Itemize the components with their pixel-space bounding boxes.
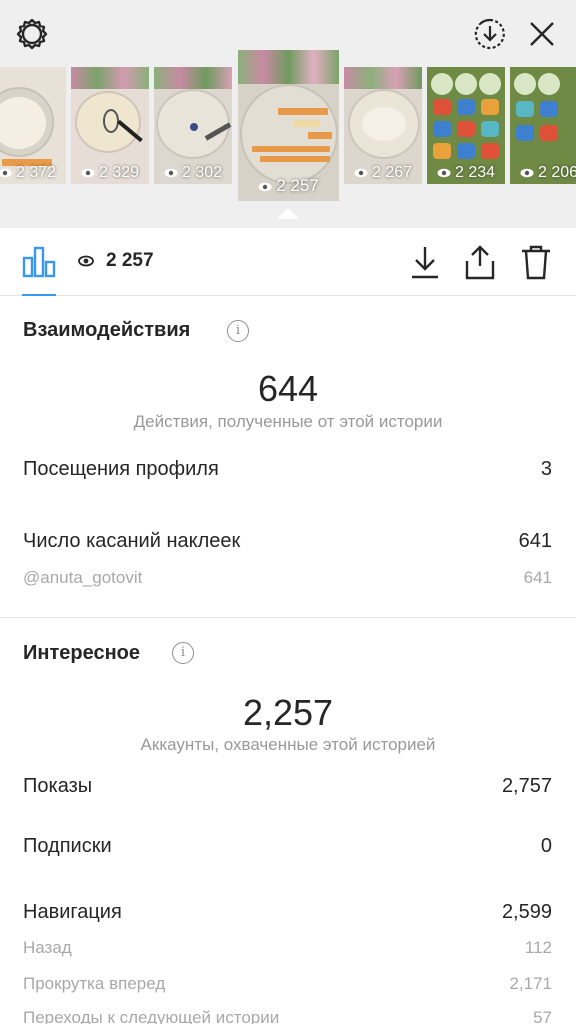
- profile-visits-label: Посещения профиля: [23, 458, 219, 480]
- eye-icon: [354, 168, 368, 177]
- eye-icon: [520, 168, 534, 177]
- discovery-caption: Аккаунты, охваченные этой историей: [140, 735, 436, 754]
- interactions-title: Взаимодействия: [23, 319, 191, 341]
- eye-icon: [0, 168, 12, 177]
- forward-value: 2,171: [509, 974, 552, 993]
- sticker-taps-label: Число касаний наклеек: [23, 530, 241, 552]
- navigation-label: Навигация: [23, 901, 122, 923]
- discovery-section: Интересное i 2,257 Аккаунты, охваченные …: [0, 618, 576, 1024]
- info-icon[interactable]: i: [172, 642, 194, 664]
- gear-icon[interactable]: [12, 14, 52, 54]
- navigation-value: 2,599: [501, 901, 552, 923]
- story-thumbnail-strip[interactable]: 2 372 2 329 2 302 2 257 2 267 2 234 2 20…: [0, 50, 576, 210]
- story-thumbnail[interactable]: 2 234: [427, 67, 505, 184]
- back-value: 112: [524, 938, 552, 957]
- impressions-label: Показы: [23, 775, 93, 797]
- close-icon[interactable]: [522, 14, 562, 54]
- interactions-total: 644: [257, 368, 319, 409]
- follows-label: Подписки: [23, 835, 112, 857]
- thumbnail-view-count: 2 234: [427, 164, 505, 182]
- eye-icon: [81, 168, 95, 177]
- mention-sticker-value: 641: [523, 568, 552, 587]
- sticker-taps-value: 641: [518, 530, 552, 552]
- trash-icon[interactable]: [518, 242, 554, 282]
- thumbnail-view-count: 2 267: [344, 164, 422, 182]
- forward-label: Прокрутка вперед: [23, 974, 166, 993]
- follows-value: 0: [540, 835, 552, 857]
- thumbnail-view-count: 2 206: [510, 164, 576, 182]
- info-icon[interactable]: i: [227, 320, 249, 342]
- thumbnail-view-count: 2 257: [238, 176, 339, 196]
- story-toolbar: 2 257: [0, 228, 576, 296]
- eye-icon: [437, 168, 451, 177]
- story-thumbnail[interactable]: 2 206: [510, 67, 576, 184]
- selected-thumbnail-pointer: [277, 208, 299, 219]
- mention-sticker-label[interactable]: @anuta_gotovit: [23, 568, 142, 588]
- story-thumbnail[interactable]: 2 267: [344, 67, 422, 184]
- thumbnail-view-count: 2 372: [0, 164, 66, 182]
- story-view-count: 2 257: [78, 250, 154, 272]
- bar-chart-icon[interactable]: [22, 244, 56, 278]
- download-icon[interactable]: [407, 242, 443, 282]
- story-thumbnail[interactable]: 2 372: [0, 67, 66, 184]
- story-preview-area: 2 372 2 329 2 302 2 257 2 267 2 234 2 20…: [0, 0, 576, 228]
- story-thumbnail-selected[interactable]: 2 257: [238, 50, 339, 201]
- discovery-title: Интересное: [23, 642, 140, 664]
- profile-visits-value: 3: [540, 458, 552, 480]
- impressions-value: 2,757: [501, 775, 552, 797]
- interactions-caption: Действия, полученные от этой истории: [133, 412, 443, 431]
- story-thumbnail[interactable]: 2 302: [154, 67, 232, 184]
- share-icon[interactable]: [462, 242, 498, 282]
- eye-icon: [78, 255, 94, 267]
- interactions-section: Взаимодействия i 644 Действия, полученны…: [0, 296, 576, 616]
- story-thumbnail[interactable]: 2 329: [71, 67, 149, 184]
- back-label: Назад: [23, 938, 72, 957]
- eye-icon: [258, 182, 272, 191]
- download-circle-icon[interactable]: [470, 14, 510, 54]
- eye-icon: [164, 168, 178, 177]
- next-story-label: Переходы к следующей истории: [23, 1008, 280, 1024]
- discovery-total: 2,257: [242, 692, 334, 733]
- next-story-value: 57: [533, 1008, 552, 1024]
- thumbnail-view-count: 2 329: [71, 164, 149, 182]
- thumbnail-view-count: 2 302: [154, 164, 232, 182]
